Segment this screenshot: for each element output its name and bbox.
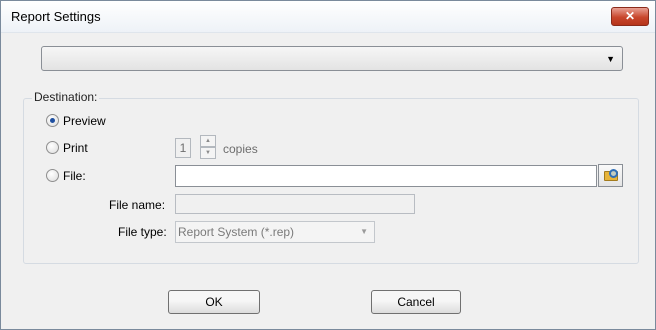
file-path-input[interactable] — [175, 165, 597, 187]
file-label[interactable]: File: — [63, 169, 86, 183]
file-type-select[interactable]: Report System (*.rep) ▼ — [175, 221, 375, 243]
file-radio[interactable] — [46, 169, 59, 182]
report-settings-dialog: Report Settings ✕ ▼ Destination: Preview… — [0, 0, 656, 330]
search-icon — [609, 169, 618, 178]
dialog-title: Report Settings — [11, 9, 101, 24]
destination-legend: Destination: — [32, 90, 100, 104]
print-label[interactable]: Print — [63, 141, 88, 155]
chevron-down-icon: ▼ — [360, 227, 368, 236]
browse-button[interactable] — [598, 164, 623, 187]
file-name-input[interactable] — [175, 194, 415, 214]
copies-input[interactable]: 1 — [175, 138, 191, 158]
cancel-button[interactable]: Cancel — [371, 290, 461, 314]
file-type-label: File type: — [118, 225, 167, 239]
triangle-up-icon[interactable]: ▲ — [200, 135, 216, 147]
preview-label[interactable]: Preview — [63, 114, 106, 128]
file-name-label: File name: — [109, 198, 166, 212]
close-button[interactable]: ✕ — [611, 7, 649, 26]
title-bar: Report Settings ✕ — [1, 1, 655, 33]
report-select[interactable]: ▼ — [41, 46, 623, 71]
print-radio[interactable] — [46, 141, 59, 154]
triangle-down-icon[interactable]: ▼ — [200, 147, 216, 159]
chevron-down-icon: ▼ — [606, 54, 615, 64]
copies-stepper: ▲ ▼ — [200, 135, 216, 159]
close-icon: ✕ — [624, 9, 636, 23]
copies-label: copies — [223, 142, 258, 156]
file-type-value: Report System (*.rep) — [178, 225, 295, 239]
preview-radio[interactable] — [46, 114, 59, 127]
ok-button[interactable]: OK — [168, 290, 260, 314]
